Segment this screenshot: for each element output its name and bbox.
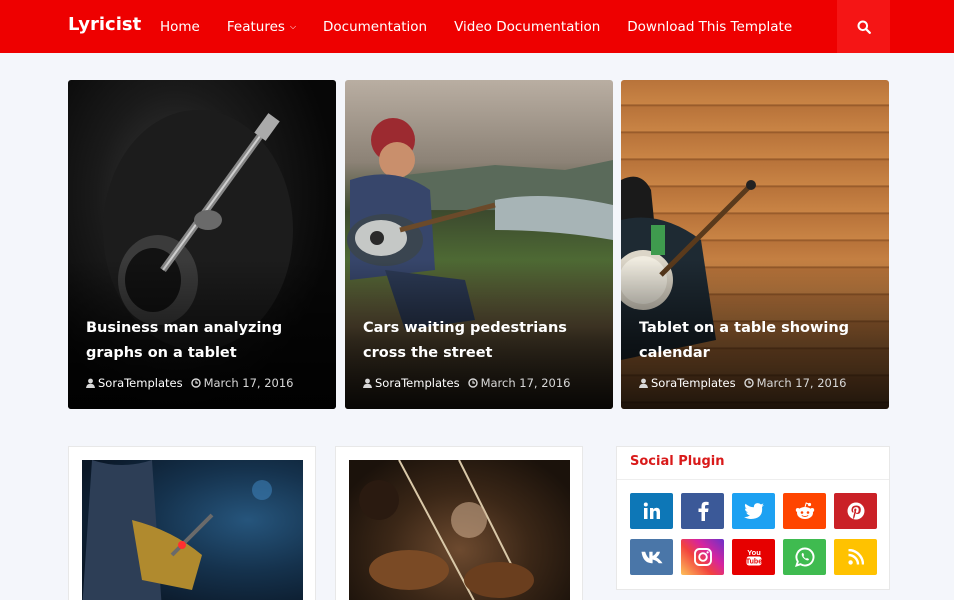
nav-documentation[interactable]: Documentation	[323, 19, 427, 35]
featured-post-2[interactable]: Cars waiting pedestrians cross the stree…	[345, 80, 613, 409]
post-author[interactable]: SoraTemplates	[98, 376, 183, 390]
pinterest-button[interactable]	[834, 493, 877, 529]
widget-title: Social Plugin	[630, 454, 725, 469]
twitter-icon	[743, 503, 764, 519]
search-button[interactable]	[837, 0, 890, 53]
instagram-icon	[693, 548, 712, 566]
search-icon	[857, 20, 871, 34]
post-meta: SoraTemplates March 17, 2016	[86, 376, 294, 390]
guitarist-on-stage-image	[82, 460, 272, 600]
nav-download-template[interactable]: Download This Template	[627, 19, 792, 35]
svg-text:Tube: Tube	[745, 559, 761, 566]
vk-button[interactable]	[630, 539, 673, 575]
post-meta: SoraTemplates March 17, 2016	[639, 376, 847, 390]
post-author[interactable]: SoraTemplates	[651, 376, 736, 390]
clock-icon	[743, 378, 754, 388]
featured-post-3[interactable]: Tablet on a table showing calendar SoraT…	[621, 80, 889, 409]
post-date: March 17, 2016	[756, 376, 847, 390]
post-author[interactable]: SoraTemplates	[375, 376, 460, 390]
reddit-button[interactable]	[783, 493, 826, 529]
post-card-2	[335, 446, 583, 600]
featured-post-title[interactable]: Business man analyzing graphs on a table…	[86, 316, 321, 366]
main-nav: Home Features ⌵ Documentation Video Docum…	[160, 0, 819, 53]
violin-orchestra-image	[359, 460, 534, 600]
youtube-button[interactable]: You Tube	[732, 539, 775, 575]
nav-documentation-label: Documentation	[323, 18, 428, 35]
linkedin-button[interactable]	[630, 493, 673, 529]
svg-text:You: You	[747, 548, 761, 557]
reddit-icon	[795, 502, 814, 519]
post-meta: SoraTemplates March 17, 2016	[363, 376, 571, 390]
clock-icon	[467, 378, 478, 388]
facebook-icon	[698, 501, 709, 521]
chevron-down-icon: ⌵	[289, 21, 297, 31]
featured-post-1[interactable]: Business man analyzing graphs on a table…	[68, 80, 336, 409]
user-icon	[86, 378, 95, 388]
user-icon	[363, 378, 372, 388]
twitter-button[interactable]	[732, 493, 775, 529]
featured-post-title[interactable]: Tablet on a table showing calendar	[639, 316, 874, 366]
social-plugin-widget: Social Plugin You Tube	[616, 446, 890, 590]
nav-home-label: Home	[160, 18, 200, 35]
whatsapp-icon	[794, 547, 814, 567]
vk-icon	[641, 551, 662, 563]
post-date: March 17, 2016	[480, 376, 571, 390]
top-navigation-bar: Lyricist Home Features ⌵ Documentation Vi…	[0, 0, 954, 53]
nav-video-documentation[interactable]: Video Documentation	[454, 19, 600, 35]
featured-post-title[interactable]: Cars waiting pedestrians cross the stree…	[363, 316, 598, 366]
nav-video-documentation-label: Video Documentation	[454, 18, 601, 35]
widget-divider	[617, 479, 889, 480]
nav-download-template-label: Download This Template	[627, 18, 793, 35]
clock-icon	[190, 378, 201, 388]
whatsapp-button[interactable]	[783, 539, 826, 575]
post-thumbnail[interactable]	[82, 460, 303, 600]
site-logo[interactable]: Lyricist	[68, 14, 141, 35]
rss-icon	[847, 549, 864, 565]
rss-button[interactable]	[834, 539, 877, 575]
nav-features-label: Features	[226, 18, 285, 35]
instagram-button[interactable]	[681, 539, 724, 575]
linkedin-icon	[643, 502, 660, 519]
pinterest-icon	[847, 502, 864, 520]
facebook-button[interactable]	[681, 493, 724, 529]
nav-home[interactable]: Home	[160, 19, 200, 35]
post-card-1	[68, 446, 316, 600]
post-thumbnail[interactable]	[349, 460, 570, 600]
post-date: March 17, 2016	[203, 376, 294, 390]
nav-features[interactable]: Features ⌵	[227, 19, 296, 35]
youtube-icon: You Tube	[745, 548, 761, 566]
user-icon	[639, 378, 648, 388]
